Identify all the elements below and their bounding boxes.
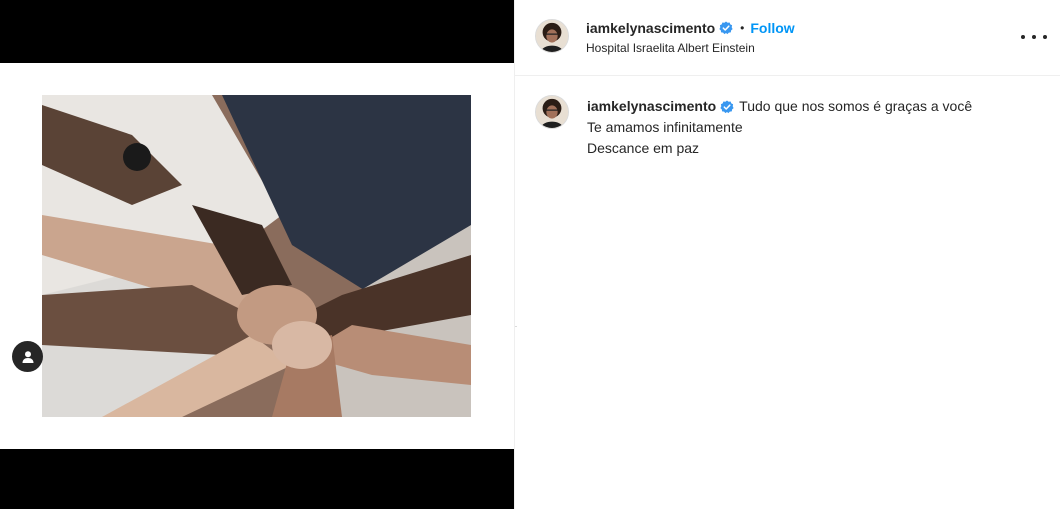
caption-text-line: Tudo que nos somos é graças a você — [739, 98, 973, 114]
more-options-dot — [1021, 35, 1025, 39]
post-photo[interactable] — [42, 95, 471, 417]
avatar-image — [536, 20, 568, 52]
more-options-dot — [1043, 35, 1047, 39]
tagged-users-button[interactable] — [12, 341, 43, 372]
user-icon — [22, 350, 33, 363]
caption-body: iamkelynascimento Tudo que nos somos é g… — [587, 96, 1037, 159]
caption-first-line: iamkelynascimento Tudo que nos somos é g… — [587, 96, 1037, 117]
verified-badge-icon — [719, 21, 733, 35]
post-media-frame — [0, 63, 514, 449]
post-location[interactable]: Hospital Israelita Albert Einstein — [586, 41, 755, 55]
caption-text-line: Te amamos infinitamente — [587, 119, 743, 135]
header-username-line: iamkelynascimento • Follow — [586, 18, 795, 38]
header-separator: • — [740, 21, 745, 35]
author-avatar[interactable] — [535, 19, 569, 53]
avatar-image — [536, 96, 568, 128]
pane-edge-marker — [515, 326, 517, 327]
hands-photo-illustration — [42, 95, 471, 417]
caption-username[interactable]: iamkelynascimento — [587, 96, 716, 117]
more-options-icon[interactable] — [1021, 27, 1047, 47]
post-details-pane: iamkelynascimento • Follow Hospital Isra… — [514, 0, 1060, 509]
post-media-pane — [0, 0, 514, 509]
caption-text-line: Descance em paz — [587, 140, 700, 156]
caption-author-avatar[interactable] — [535, 95, 569, 129]
verified-badge-icon — [720, 100, 734, 113]
post-header: iamkelynascimento • Follow Hospital Isra… — [515, 0, 1060, 76]
more-options-dot — [1032, 35, 1036, 39]
follow-button[interactable]: Follow — [750, 20, 794, 36]
author-username[interactable]: iamkelynascimento — [586, 20, 715, 36]
